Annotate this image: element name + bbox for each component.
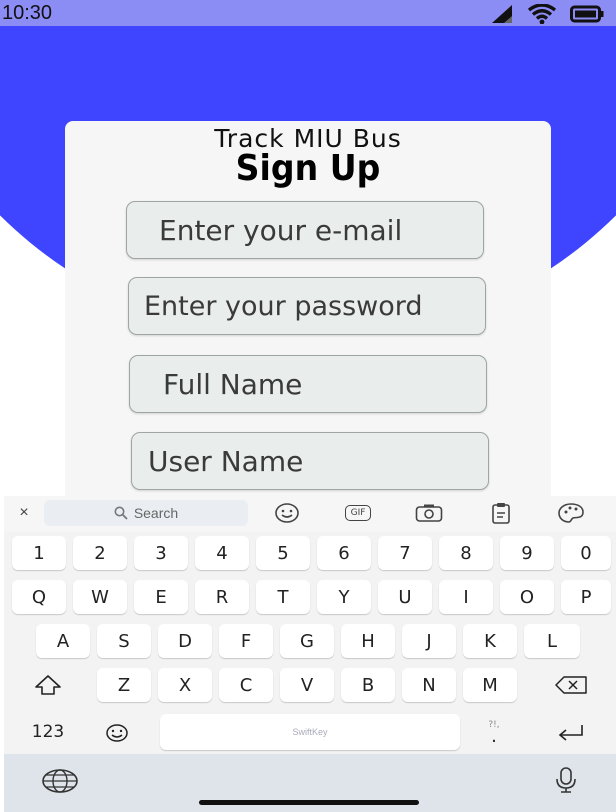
key-5[interactable]: 5 [256,536,310,570]
status-bar: 10:30 [0,0,616,26]
home-indicator[interactable] [199,800,419,805]
password-field-box [128,277,486,335]
voice-input-button[interactable] [554,766,578,799]
keyboard-toolbar: × Search GIF [4,496,616,532]
backspace-icon [555,676,587,694]
language-button[interactable] [40,768,80,799]
status-time: 10:30 [2,2,53,24]
palette-icon [558,503,584,523]
full-name-field-box [129,355,487,413]
search-label: Search [133,505,179,521]
punctuation-label: . [491,726,497,747]
key-f[interactable]: F [219,624,273,658]
clipboard-icon [492,503,510,524]
close-icon: × [19,504,29,521]
key-n[interactable]: N [402,668,456,702]
key-t[interactable]: T [256,580,310,614]
gif-icon: GIF [344,505,372,521]
key-i[interactable]: I [439,580,493,614]
shift-icon [35,675,61,695]
key-r[interactable]: R [195,580,249,614]
key-o[interactable]: O [500,580,554,614]
emoji-icon [275,503,299,523]
microphone-icon [556,767,576,793]
key-h[interactable]: H [341,624,395,658]
user-name-field-box [131,432,489,490]
key-k[interactable]: K [463,624,517,658]
password-field[interactable] [129,278,485,334]
space-bar[interactable]: SwiftKey [160,714,460,750]
key-g[interactable]: G [280,624,334,658]
key-w[interactable]: W [73,580,127,614]
gif-button[interactable]: GIF [340,500,376,526]
enter-icon [558,725,583,741]
camera-button[interactable] [414,500,444,526]
key-m[interactable]: M [463,668,517,702]
key-v[interactable]: V [280,668,334,702]
user-name-field[interactable] [132,433,488,489]
key-y[interactable]: Y [317,580,371,614]
key-3[interactable]: 3 [134,536,188,570]
key-2[interactable]: 2 [73,536,127,570]
key-0[interactable]: 0 [561,536,611,570]
key-j[interactable]: J [402,624,456,658]
key-z[interactable]: Z [97,668,151,702]
camera-icon [415,504,443,522]
key-l[interactable]: L [524,624,580,658]
key-p[interactable]: P [561,580,611,614]
key-a[interactable]: A [36,624,90,658]
key-q[interactable]: Q [12,580,66,614]
key-c[interactable]: C [219,668,273,702]
theme-button[interactable] [556,500,586,526]
key-1[interactable]: 1 [12,536,66,570]
key-d[interactable]: D [158,624,212,658]
email-field-box [126,201,484,259]
emoji-button[interactable] [272,500,302,526]
keyboard: × Search GIF 1 2 3 4 5 6 7 8 9 0 Q W E R… [4,496,616,812]
numbers-key[interactable]: 123 [18,714,78,750]
key-6[interactable]: 6 [317,536,371,570]
emoji-icon [106,724,128,742]
close-keyboard-button[interactable]: × [14,500,34,526]
space-bar-label: SwiftKey [292,727,328,737]
key-s[interactable]: S [97,624,151,658]
key-4[interactable]: 4 [195,536,249,570]
email-field[interactable] [127,202,483,258]
backspace-key[interactable] [544,668,598,702]
key-7[interactable]: 7 [378,536,432,570]
page-title: Sign Up [235,148,381,189]
clipboard-button[interactable] [488,500,514,526]
key-8[interactable]: 8 [439,536,493,570]
signal-icon [490,4,514,24]
shift-key[interactable] [24,668,72,702]
punctuation-key[interactable]: ?!, . [474,714,514,750]
status-icons [490,4,604,24]
globe-icon [42,769,78,793]
full-name-field[interactable] [130,356,486,412]
key-e[interactable]: E [134,580,188,614]
search-icon [114,506,128,520]
key-u[interactable]: U [378,580,432,614]
keyboard-search-button[interactable]: Search [44,500,248,526]
key-9[interactable]: 9 [500,536,554,570]
emoji-key[interactable] [92,714,142,750]
enter-key[interactable] [544,714,598,750]
wifi-icon [528,4,556,24]
key-x[interactable]: X [158,668,212,702]
key-b[interactable]: B [341,668,395,702]
battery-icon [570,5,604,23]
